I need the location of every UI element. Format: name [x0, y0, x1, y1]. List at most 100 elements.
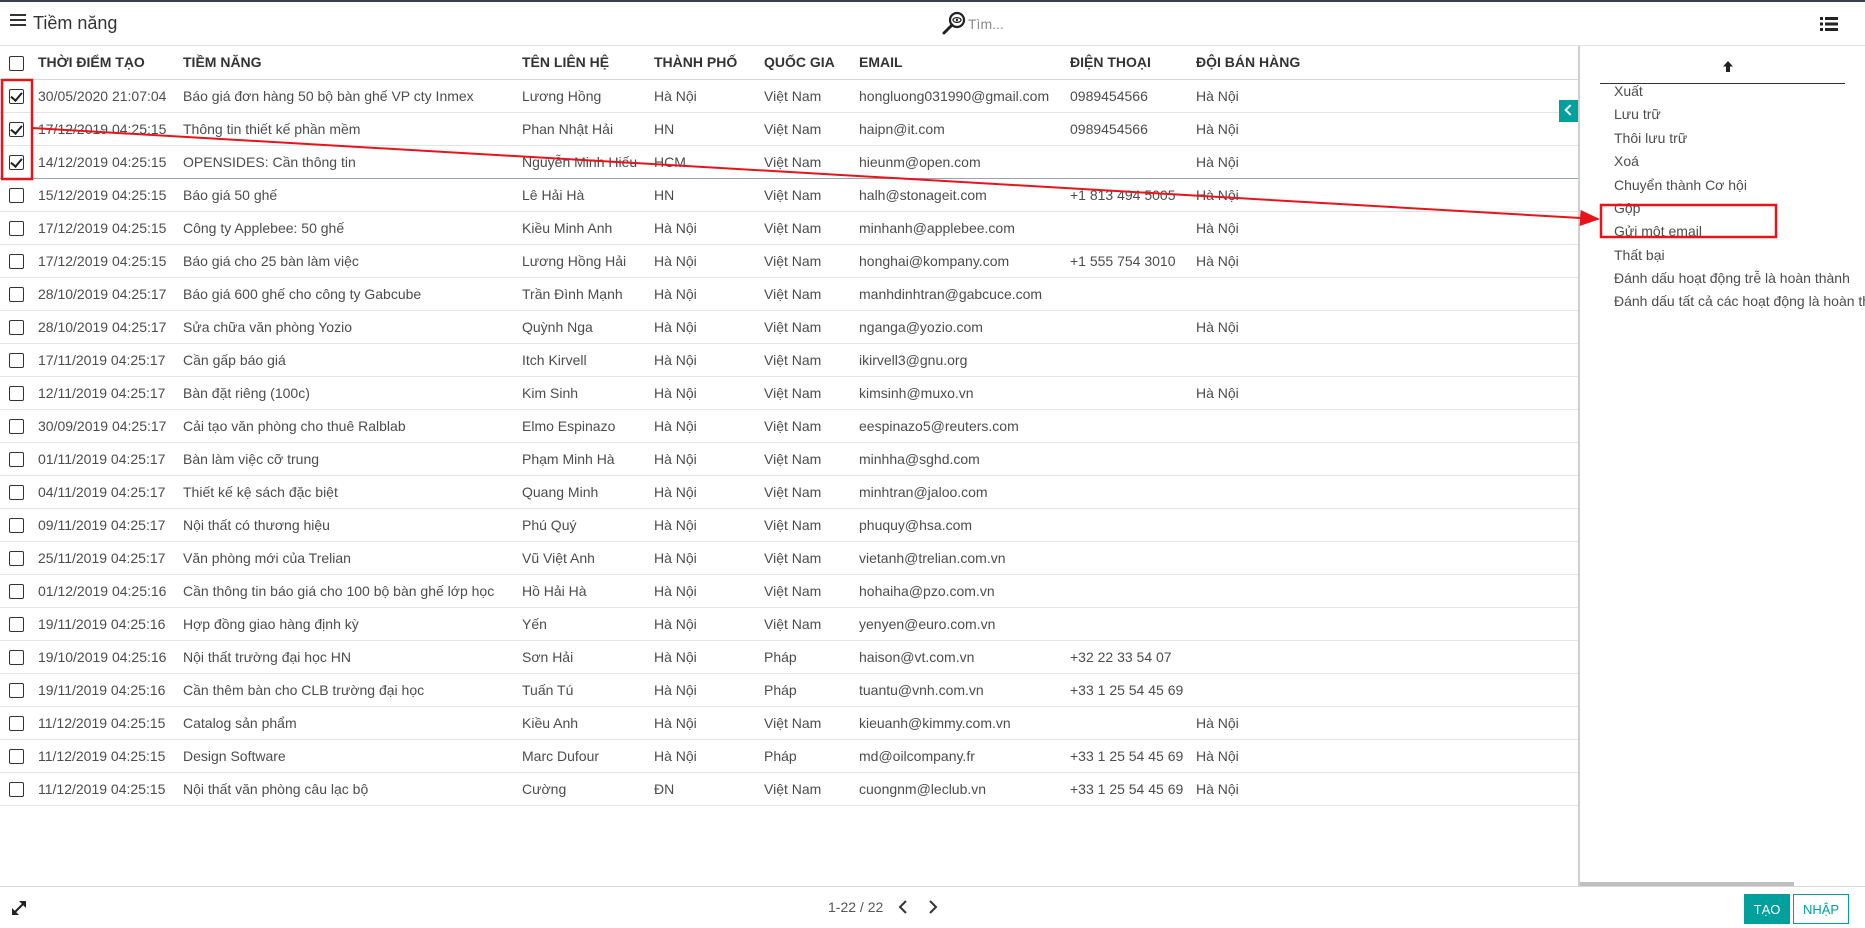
- column-header-email[interactable]: EMAIL: [859, 46, 1070, 80]
- row-checkbox[interactable]: [9, 451, 24, 467]
- cell-created: 19/11/2019 04:25:16: [38, 607, 183, 641]
- cell-email: minhanh@applebee.com: [859, 211, 1070, 245]
- column-header-created[interactable]: THỜI ĐIỂM TẠO: [38, 46, 183, 80]
- cell-contact: Lê Hải Hà: [522, 178, 654, 212]
- action-side-panel: Xuất Lưu trữ Thôi lưu trữ Xoá Chuyển thà…: [1578, 46, 1865, 886]
- cell-phone: [1070, 376, 1196, 410]
- table-row[interactable]: 01/12/2019 04:25:16 Cần thông tin báo giá…: [0, 574, 1578, 608]
- row-checkbox[interactable]: [9, 286, 24, 302]
- row-checkbox[interactable]: [9, 649, 24, 665]
- menu-icon[interactable]: [10, 14, 26, 28]
- chevron-right-icon[interactable]: [926, 899, 940, 915]
- pager-counter[interactable]: 1-22 / 22: [828, 899, 883, 915]
- action-item-delete[interactable]: Xoá: [1614, 153, 1639, 169]
- cell-sales-team: [1196, 409, 1578, 443]
- table-row[interactable]: 28/10/2019 04:25:17 Báo giá 600 ghế cho c…: [0, 277, 1578, 311]
- table-row[interactable]: 04/11/2019 04:25:17 Thiết kế kệ sách đặc …: [0, 475, 1578, 509]
- column-header-contact[interactable]: TÊN LIÊN HỆ: [522, 46, 654, 80]
- row-checkbox[interactable]: [9, 352, 24, 368]
- expand-icon[interactable]: [10, 899, 28, 917]
- import-button[interactable]: NHẬP: [1793, 894, 1849, 924]
- row-checkbox[interactable]: [9, 583, 24, 599]
- table-row[interactable]: 11/12/2019 04:25:15 Nội thất văn phòng câ…: [0, 772, 1578, 806]
- cell-sales-team: Hà Nội: [1196, 739, 1578, 773]
- table-row[interactable]: 11/12/2019 04:25:15 Design Software Marc D…: [0, 739, 1578, 773]
- column-header-lead[interactable]: TIỀM NĂNG: [183, 46, 522, 80]
- search-input[interactable]: [968, 12, 1268, 36]
- chevron-left-icon[interactable]: [1559, 100, 1579, 122]
- table-row[interactable]: 01/11/2019 04:25:17 Bàn làm việc cỡ trung…: [0, 442, 1578, 476]
- action-item-archive[interactable]: Lưu trữ: [1614, 106, 1661, 122]
- action-item-mark-lost[interactable]: Thất bại: [1614, 247, 1665, 263]
- cell-country: Việt Nam: [764, 442, 859, 476]
- row-checkbox[interactable]: [9, 550, 24, 566]
- table-row[interactable]: 30/09/2019 04:25:17 Cải tạo văn phòng cho…: [0, 409, 1578, 443]
- cell-email: halh@stonageit.com: [859, 178, 1070, 212]
- row-checkbox[interactable]: [9, 88, 24, 104]
- table-row[interactable]: 12/11/2019 04:25:17 Bàn đặt riêng (100c) K…: [0, 376, 1578, 410]
- cell-contact: Elmo Espinazo: [522, 409, 654, 443]
- cell-contact: Quang Minh: [522, 475, 654, 509]
- row-checkbox[interactable]: [9, 319, 24, 335]
- cell-country: Việt Nam: [764, 178, 859, 212]
- column-header-city[interactable]: THÀNH PHỐ: [654, 46, 764, 80]
- row-checkbox[interactable]: [9, 154, 24, 170]
- action-item-mark-all-done[interactable]: Đánh dấu tất cả các hoạt động là hoàn th…: [1614, 293, 1865, 309]
- table-row[interactable]: 17/11/2019 04:25:17 Cần gấp báo giá Itch K…: [0, 343, 1578, 377]
- action-item-send-email[interactable]: Gửi một email: [1614, 223, 1702, 239]
- row-checkbox[interactable]: [9, 517, 24, 533]
- table-row[interactable]: 17/12/2019 04:25:15 Báo giá cho 25 bàn là…: [0, 244, 1578, 278]
- row-checkbox[interactable]: [9, 484, 24, 500]
- cell-sales-team: Hà Nội: [1196, 310, 1578, 344]
- row-checkbox[interactable]: [9, 253, 24, 269]
- table-row[interactable]: 19/11/2019 04:25:16 Hợp đồng giao hàng đị…: [0, 607, 1578, 641]
- table-row[interactable]: 19/10/2019 04:25:16 Nội thất trường đại h…: [0, 640, 1578, 674]
- action-item-unarchive[interactable]: Thôi lưu trữ: [1614, 130, 1687, 146]
- table-row[interactable]: 17/12/2019 04:25:15 Công ty Applebee: 50 …: [0, 211, 1578, 245]
- cell-contact: Phan Nhật Hải: [522, 112, 654, 146]
- row-checkbox[interactable]: [9, 781, 24, 797]
- row-checkbox[interactable]: [9, 682, 24, 698]
- cell-created: 11/12/2019 04:25:15: [38, 706, 183, 740]
- cell-country: Việt Nam: [764, 772, 859, 806]
- column-header-sales-team[interactable]: ĐỘI BÁN HÀNG: [1196, 46, 1578, 80]
- row-checkbox[interactable]: [9, 121, 24, 137]
- list-view-icon[interactable]: [1820, 16, 1838, 32]
- row-checkbox[interactable]: [9, 715, 24, 731]
- action-item-convert-to-opportunity[interactable]: Chuyển thành Cơ hội: [1614, 177, 1747, 193]
- cell-lead: Báo giá 50 ghế: [183, 178, 522, 212]
- table-row[interactable]: 17/12/2019 04:25:15 Thông tin thiết kế ph…: [0, 112, 1578, 146]
- table-row[interactable]: 09/11/2019 04:25:17 Nội thất có thương hi…: [0, 508, 1578, 542]
- action-item-mark-late-done[interactable]: Đánh dấu hoạt động trễ là hoàn thành: [1614, 270, 1850, 286]
- cell-created: 30/05/2020 21:07:04: [38, 79, 183, 113]
- table-row[interactable]: 15/12/2019 04:25:15 Báo giá 50 ghế Lê Hải …: [0, 178, 1578, 212]
- table-row[interactable]: 25/11/2019 04:25:17 Văn phòng mới của Tre…: [0, 541, 1578, 575]
- cell-city: Hà Nội: [654, 541, 764, 575]
- chevron-left-icon[interactable]: [896, 899, 910, 915]
- cell-contact: Yến: [522, 607, 654, 641]
- column-header-country[interactable]: QUỐC GIA: [764, 46, 859, 80]
- select-all-checkbox[interactable]: [9, 55, 24, 71]
- arrow-up-icon[interactable]: [1722, 60, 1734, 73]
- table-row[interactable]: 28/10/2019 04:25:17 Sửa chữa văn phòng Yo…: [0, 310, 1578, 344]
- row-checkbox[interactable]: [9, 220, 24, 236]
- row-checkbox[interactable]: [9, 748, 24, 764]
- row-checkbox[interactable]: [9, 385, 24, 401]
- table-row[interactable]: 30/05/2020 21:07:04 Báo giá đơn hàng 50 b…: [0, 79, 1578, 113]
- cell-phone: [1070, 475, 1196, 509]
- cell-contact: Sơn Hải: [522, 640, 654, 674]
- action-item-merge[interactable]: Gộp: [1614, 200, 1640, 216]
- row-checkbox[interactable]: [9, 418, 24, 434]
- cell-country: Pháp: [764, 673, 859, 707]
- table-row[interactable]: 19/11/2019 04:25:16 Cần thêm bàn cho CLB …: [0, 673, 1578, 707]
- column-header-phone[interactable]: ĐIỆN THOẠI: [1070, 46, 1196, 80]
- create-button[interactable]: TẠO: [1744, 894, 1790, 924]
- row-checkbox[interactable]: [9, 187, 24, 203]
- action-item-export[interactable]: Xuất: [1614, 83, 1643, 99]
- cell-phone: +33 1 25 54 45 69: [1070, 673, 1196, 707]
- table-row[interactable]: 14/12/2019 04:25:15 OPENSIDES: Cần thông …: [0, 144, 1578, 179]
- table-row[interactable]: 11/12/2019 04:25:15 Catalog sản phẩm Kiều …: [0, 706, 1578, 740]
- row-checkbox[interactable]: [9, 616, 24, 632]
- search-icon[interactable]: [940, 10, 968, 38]
- cell-country: Việt Nam: [764, 508, 859, 542]
